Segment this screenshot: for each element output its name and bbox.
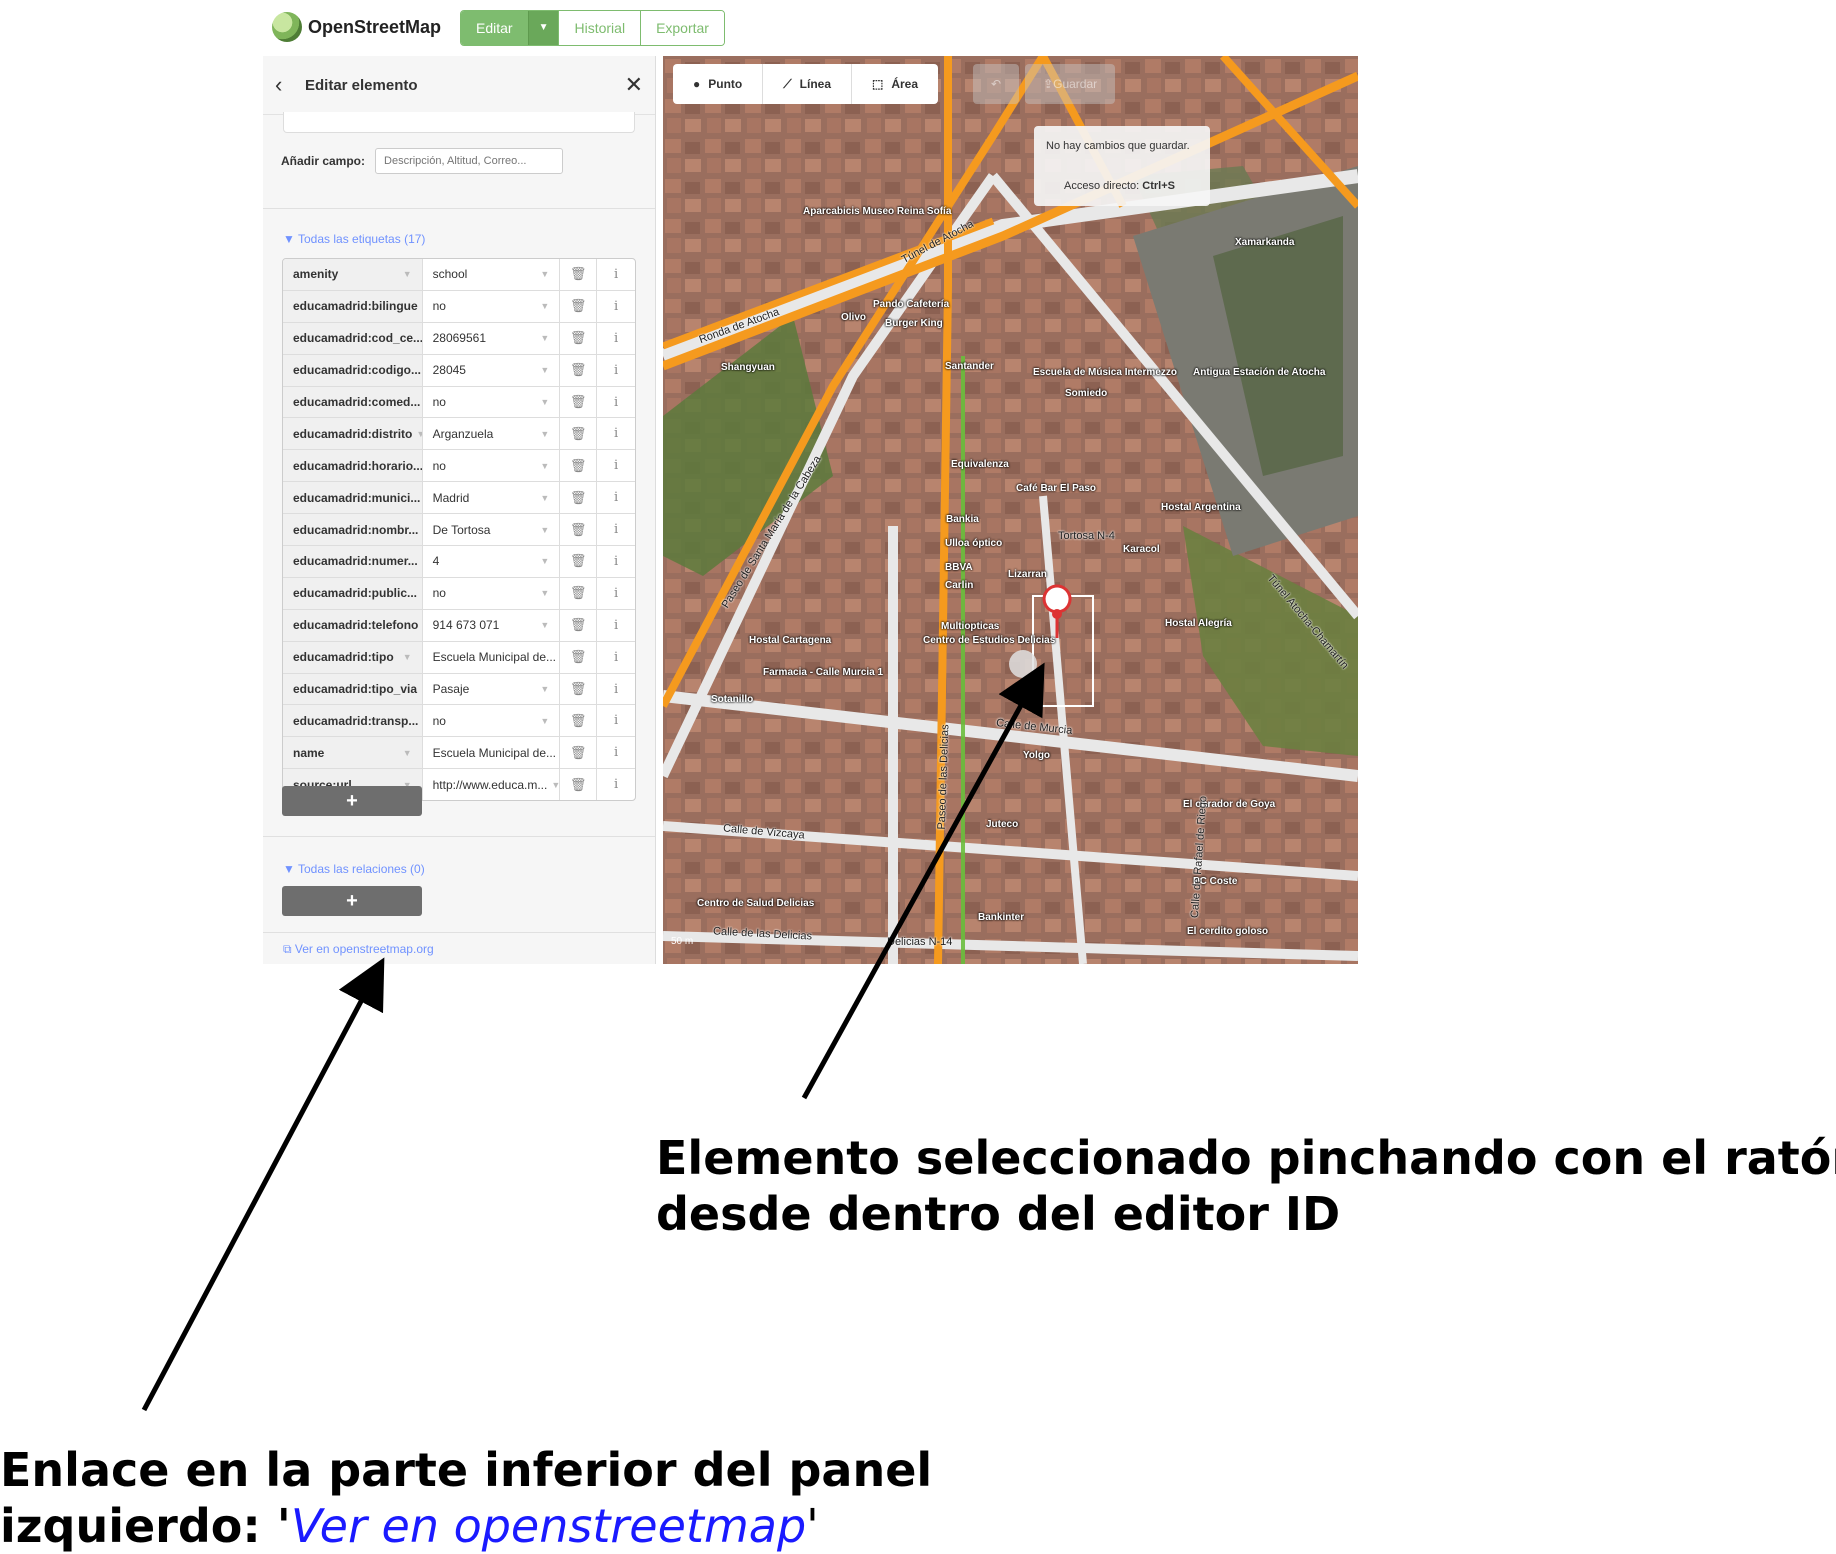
arrow-to-selected-element (804, 680, 1035, 1098)
annotation-arrows (0, 0, 1836, 1550)
annotation-link-line1: Enlace en la parte inferior del panel (0, 1442, 932, 1498)
arrow-to-footer-link (144, 975, 375, 1410)
annotation-selected-line2: desde dentro del editor ID (656, 1186, 1340, 1242)
annotation-link-line2: izquierdo: 'Ver en openstreetmap' (0, 1498, 819, 1554)
annotation-link-text: Ver en openstreetmap (291, 1499, 806, 1553)
annotation-selected-line1: Elemento seleccionado pinchando con el r… (656, 1130, 1836, 1186)
